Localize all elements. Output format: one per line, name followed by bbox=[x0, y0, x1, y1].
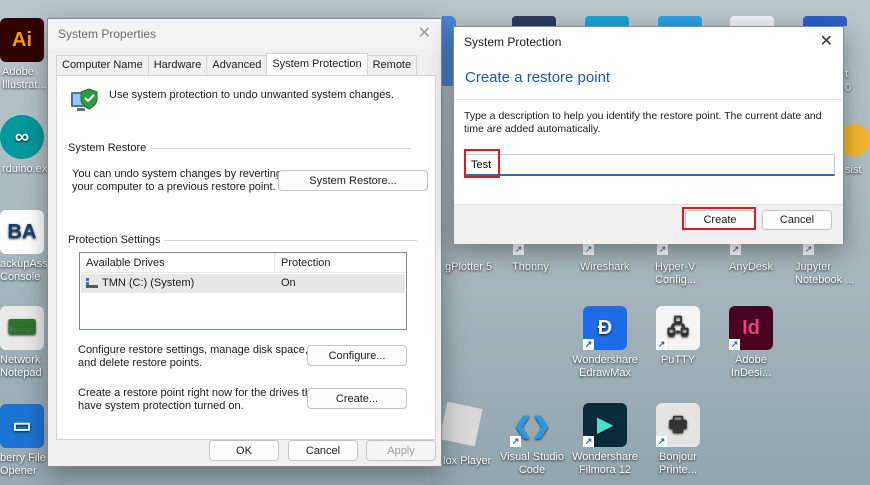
desktop-icon-filmora[interactable]: ▶ ↗ Wondershare Filmora 12 bbox=[565, 403, 645, 477]
vscode-icon: ❮❯ ↗ bbox=[510, 412, 551, 447]
shortcut-arrow-icon: ↗ bbox=[656, 339, 667, 350]
window-title: System Properties bbox=[58, 27, 157, 41]
shortcut-arrow-icon: ↗ bbox=[656, 436, 667, 447]
configure-description: Configure restore settings, manage disk … bbox=[78, 344, 308, 369]
shortcut-arrow-icon: ↗ bbox=[657, 244, 668, 255]
cancel-button[interactable]: Cancel bbox=[762, 210, 832, 230]
illustrator-icon: Ai bbox=[0, 18, 44, 62]
drive-icon bbox=[86, 278, 98, 288]
system-properties-window: System Properties ✕ Computer Name Hardwa… bbox=[47, 18, 442, 467]
dialog-titlebar[interactable]: System Protection ✕ bbox=[454, 27, 843, 57]
shortcut-arrow-icon: ↗ bbox=[513, 244, 524, 255]
dialog-description: Type a description to help you identify … bbox=[464, 110, 822, 135]
desktop-icon-label-thonny[interactable]: Thonny bbox=[512, 261, 549, 274]
shortcut-arrow-icon: ↗ bbox=[583, 339, 594, 350]
desktop-icon-label-roblox[interactable]: lox Player bbox=[443, 455, 491, 468]
desktop-icon-label: Wondershare Filmora 12 bbox=[572, 451, 638, 476]
desktop-icon-label-partial[interactable]: t bbox=[845, 68, 848, 81]
close-icon[interactable]: ✕ bbox=[820, 34, 833, 50]
create-description: Create a restore point right now for the… bbox=[78, 387, 320, 412]
partial-app-icon bbox=[840, 124, 870, 156]
partial-app-icon bbox=[803, 16, 847, 26]
desktop-icon-putty[interactable]: 🖧 ↗ PuTTY bbox=[638, 306, 718, 367]
input-highlight-box bbox=[464, 149, 500, 178]
drives-list-header: Available Drives Protection bbox=[80, 253, 406, 273]
putty-icon: 🖧 ↗ bbox=[656, 306, 700, 350]
filmora-icon: ▶ ↗ bbox=[583, 403, 627, 447]
system-properties-titlebar[interactable]: System Properties ✕ bbox=[48, 19, 441, 49]
system-restore-button[interactable]: System Restore... bbox=[278, 170, 428, 191]
create-restore-point-dialog: System Protection ✕ Create a restore poi… bbox=[453, 26, 844, 244]
file-opener-icon: ▭ bbox=[0, 404, 44, 448]
tab-strip: Computer Name Hardware Advanced System P… bbox=[56, 53, 418, 75]
tab-hardware[interactable]: Hardware bbox=[147, 55, 208, 75]
create-button-highlight-box bbox=[682, 207, 756, 230]
drive-protection-status: On bbox=[281, 277, 296, 289]
intro-text: Use system protection to undo unwanted s… bbox=[109, 89, 394, 101]
create-restore-button[interactable]: Create... bbox=[307, 388, 407, 409]
printer-icon: 🖶 ↗ bbox=[656, 403, 700, 447]
indesign-icon: Id ↗ bbox=[729, 306, 773, 350]
edrawmax-icon: Ð ↗ bbox=[583, 306, 627, 350]
shortcut-arrow-icon: ↗ bbox=[730, 244, 741, 255]
dialog-content: Type a description to help you identify … bbox=[455, 99, 842, 203]
drive-name: TMN (C:) (System) bbox=[102, 277, 195, 289]
shortcut-arrow-icon: ↗ bbox=[583, 436, 594, 447]
desktop-icon-label-jupyter[interactable]: Jupyter Notebook ... bbox=[795, 261, 854, 287]
desktop-icon-label: Adobe InDesi... bbox=[730, 354, 772, 379]
column-divider bbox=[274, 253, 275, 273]
desktop-icon-indesign[interactable]: Id ↗ Adobe InDesi... bbox=[711, 306, 791, 380]
apply-button[interactable]: Apply bbox=[366, 440, 436, 461]
partial-app-icon bbox=[730, 16, 774, 26]
desktop-icon-vscode[interactable]: ❮❯ ↗ Visual Studio Code bbox=[492, 403, 572, 477]
desktop-icon-label-hyperv[interactable]: Hyper-V Config... bbox=[655, 261, 696, 287]
close-icon[interactable]: ✕ bbox=[418, 26, 431, 42]
roblox-icon bbox=[439, 401, 483, 447]
column-header-available-drives[interactable]: Available Drives bbox=[86, 257, 165, 269]
desktop-icon-edrawmax[interactable]: Ð ↗ Wondershare EdrawMax bbox=[565, 306, 645, 380]
system-restore-description: You can undo system changes by reverting… bbox=[72, 168, 282, 193]
shortcut-arrow-icon: ↗ bbox=[510, 436, 521, 447]
system-protection-icon bbox=[69, 86, 99, 116]
partial-app-icon bbox=[512, 16, 556, 26]
network-notepad-icon: ⌨ bbox=[0, 306, 44, 350]
tab-system-protection[interactable]: System Protection bbox=[266, 53, 368, 75]
column-header-protection[interactable]: Protection bbox=[281, 257, 331, 269]
desktop-icon-label-wireshark[interactable]: Wireshark bbox=[580, 261, 630, 274]
configure-button[interactable]: Configure... bbox=[307, 345, 407, 366]
shortcut-arrow-icon: ↗ bbox=[803, 244, 814, 255]
desktop-icon-label: Wondershare EdrawMax bbox=[572, 354, 638, 379]
ok-button[interactable]: OK bbox=[209, 440, 279, 461]
desktop-icon-label: PuTTY bbox=[660, 354, 696, 366]
restore-point-description-input[interactable] bbox=[465, 154, 835, 176]
protection-settings-group-label: Protection Settings bbox=[68, 234, 165, 246]
desktop-icon-label-plotter[interactable]: gPlotter 5 bbox=[445, 261, 492, 274]
table-row[interactable]: TMN (C:) (System) On bbox=[81, 274, 405, 293]
partial-app-icon bbox=[658, 16, 702, 26]
system-restore-group-label: System Restore bbox=[68, 142, 151, 154]
shortcut-arrow-icon: ↗ bbox=[583, 244, 594, 255]
shortcut-arrow-icon: ↗ bbox=[729, 339, 740, 350]
desktop-icon-label: Visual Studio Code bbox=[499, 451, 564, 476]
desktop-icon-label-partial[interactable]: sist bbox=[845, 164, 862, 177]
backupassist-icon: BA bbox=[0, 210, 44, 254]
cancel-button[interactable]: Cancel bbox=[288, 440, 358, 461]
desktop-icon-label-anydesk[interactable]: AnyDesk bbox=[729, 261, 773, 274]
partial-app-icon bbox=[585, 16, 629, 26]
tab-advanced[interactable]: Advanced bbox=[206, 55, 268, 75]
dialog-heading: Create a restore point bbox=[465, 69, 611, 86]
desktop-icon-label: Bonjour Printe... bbox=[659, 451, 697, 476]
arduino-icon: ∞ bbox=[0, 115, 44, 159]
system-protection-panel: Use system protection to undo unwanted s… bbox=[56, 75, 436, 440]
desktop-icon-label-partial[interactable]: 0 bbox=[845, 82, 851, 95]
tab-remote[interactable]: Remote bbox=[366, 55, 418, 75]
desktop-icon-bonjour[interactable]: 🖶 ↗ Bonjour Printe... bbox=[638, 403, 718, 477]
tab-computer-name[interactable]: Computer Name bbox=[56, 55, 149, 75]
drives-list[interactable]: Available Drives Protection TMN (C:) (Sy… bbox=[79, 252, 407, 330]
dialog-title: System Protection bbox=[464, 35, 562, 49]
